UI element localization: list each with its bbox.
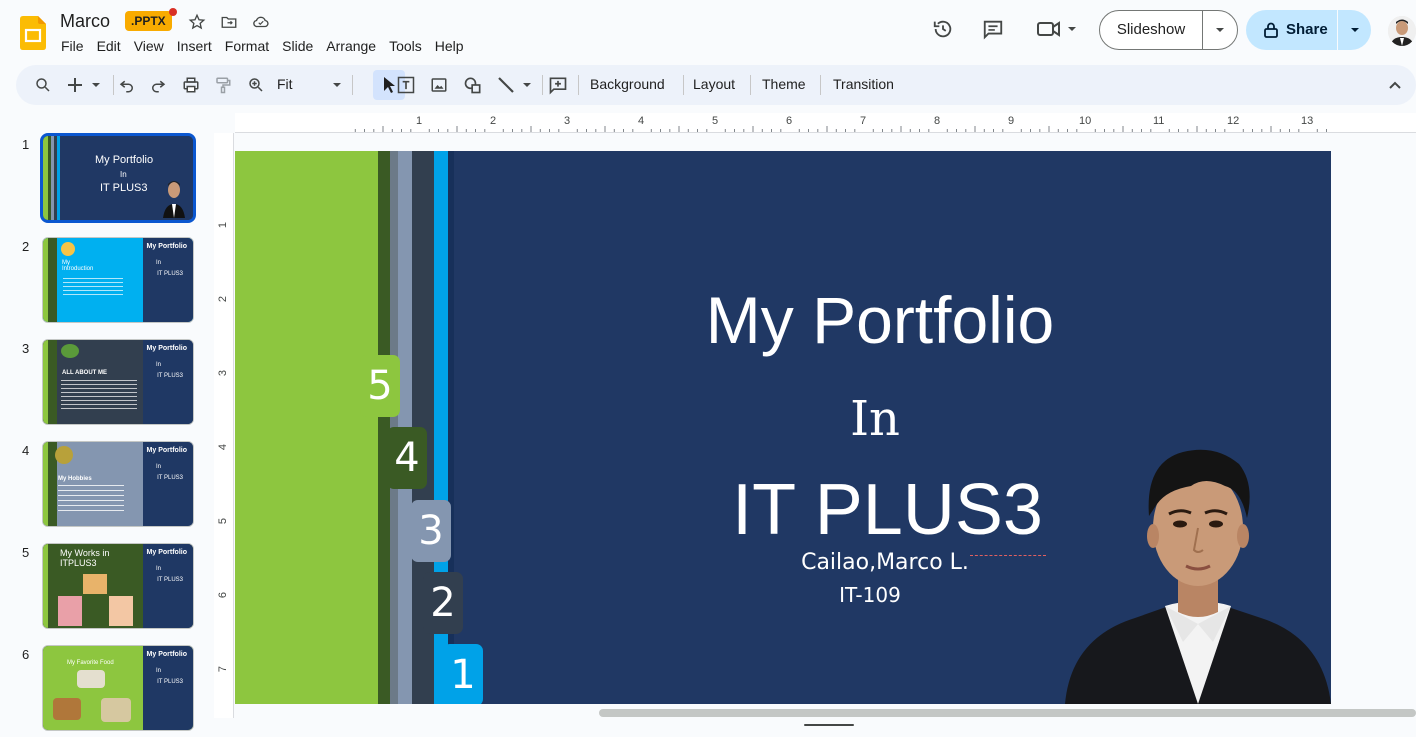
layout-button[interactable]: Layout bbox=[693, 76, 735, 92]
cloud-saved-icon[interactable] bbox=[250, 11, 272, 33]
slide-canvas[interactable]: 5 4 3 2 1 My Portfolio In IT PLUS3 Caila… bbox=[235, 151, 1331, 704]
toolbar-divider bbox=[750, 75, 751, 95]
theme-button[interactable]: Theme bbox=[762, 76, 806, 92]
account-avatar[interactable] bbox=[1388, 16, 1416, 46]
horizontal-ruler: 1 2 3 4 5 6 7 8 9 10 11 12 13 bbox=[235, 113, 1416, 133]
slide-subtitle-in[interactable]: In bbox=[835, 391, 915, 447]
green-side-panel bbox=[235, 151, 378, 704]
share-dropdown-icon[interactable] bbox=[1338, 26, 1371, 34]
zoom-icon[interactable] bbox=[245, 74, 267, 96]
slide-number: 5 bbox=[22, 545, 30, 560]
slide-number: 1 bbox=[22, 137, 30, 152]
version-history-icon[interactable] bbox=[932, 18, 954, 40]
slide-number: 4 bbox=[22, 443, 30, 458]
badge-notification-dot bbox=[169, 8, 177, 16]
document-title[interactable]: Marco bbox=[60, 11, 110, 32]
slide-thumbnail-5[interactable]: My Portfolio In IT PLUS3 My Works in ITP… bbox=[42, 543, 194, 629]
menu-tools[interactable]: Tools bbox=[389, 38, 422, 54]
slide-thumbnail-3[interactable]: My Portfolio In IT PLUS3 ALL ABOUT ME bbox=[42, 339, 194, 425]
slide-course-title[interactable]: IT PLUS3 bbox=[715, 469, 1060, 551]
share-button[interactable]: Share bbox=[1246, 10, 1371, 50]
slide-number: 3 bbox=[22, 341, 30, 356]
tab-2[interactable]: 2 bbox=[423, 572, 463, 634]
speaker-notes-handle[interactable] bbox=[804, 724, 854, 726]
zoom-dropdown-icon[interactable] bbox=[330, 74, 344, 96]
menu-edit[interactable]: Edit bbox=[97, 38, 121, 54]
slide-number: 6 bbox=[22, 647, 30, 662]
vertical-ruler: 1 2 3 4 5 6 7 bbox=[214, 133, 234, 718]
tab-1[interactable]: 1 bbox=[443, 644, 483, 704]
slides-logo-icon[interactable] bbox=[20, 16, 46, 50]
slide-thumbnail-4[interactable]: My Portfolio In IT PLUS3 My Hobbies bbox=[42, 441, 194, 527]
background-button[interactable]: Background bbox=[590, 76, 665, 92]
share-label: Share bbox=[1286, 21, 1328, 38]
redo-icon[interactable] bbox=[148, 74, 168, 96]
undo-icon[interactable] bbox=[117, 74, 137, 96]
shape-icon[interactable] bbox=[462, 74, 484, 96]
slide-number: 2 bbox=[22, 239, 30, 254]
menu-file[interactable]: File bbox=[61, 38, 84, 54]
slide-section[interactable]: IT-109 bbox=[825, 583, 915, 607]
zoom-select[interactable]: Fit bbox=[277, 76, 293, 92]
slide-thumbnail-6[interactable]: My Portfolio In IT PLUS3 My Favorite Foo… bbox=[42, 645, 194, 731]
line-tool-icon[interactable] bbox=[495, 74, 535, 96]
horizontal-scrollbar[interactable] bbox=[599, 709, 1416, 717]
paint-format-icon[interactable] bbox=[212, 74, 234, 96]
slide-title[interactable]: My Portfolio bbox=[690, 282, 1070, 358]
portrait-photo[interactable] bbox=[1065, 446, 1331, 704]
lock-icon bbox=[1264, 22, 1278, 38]
add-comment-icon[interactable] bbox=[547, 74, 569, 96]
text-box-icon[interactable] bbox=[395, 74, 417, 96]
tab-5[interactable]: 5 bbox=[360, 355, 400, 417]
meet-video-icon[interactable] bbox=[1036, 18, 1080, 40]
menu-help[interactable]: Help bbox=[435, 38, 464, 54]
comments-icon[interactable] bbox=[982, 18, 1004, 40]
slide-author-name[interactable]: Cailao,Marco L. bbox=[795, 550, 975, 575]
slide-thumbnail-1[interactable]: My Portfolio In IT PLUS3 bbox=[40, 133, 196, 223]
new-slide-icon[interactable] bbox=[65, 74, 105, 96]
slide-thumbnail-2[interactable]: My Portfolio In IT PLUS3 My Introduction bbox=[42, 237, 194, 323]
menu-format[interactable]: Format bbox=[225, 38, 269, 54]
tab-4[interactable]: 4 bbox=[387, 427, 427, 489]
star-icon[interactable] bbox=[186, 11, 208, 33]
move-folder-icon[interactable] bbox=[218, 11, 240, 33]
menu-bar: File Edit View Insert Format Slide Arran… bbox=[61, 38, 477, 54]
toolbar-divider bbox=[352, 75, 353, 95]
toolbar-divider bbox=[113, 75, 114, 95]
menu-insert[interactable]: Insert bbox=[177, 38, 212, 54]
toolbar-divider bbox=[542, 75, 543, 95]
toolbar-divider bbox=[578, 75, 579, 95]
toolbar-divider bbox=[683, 75, 684, 95]
slideshow-dropdown-icon[interactable] bbox=[1203, 26, 1237, 34]
file-type-badge: .PPTX bbox=[125, 11, 172, 31]
spellcheck-underline bbox=[970, 553, 1046, 556]
menu-slide[interactable]: Slide bbox=[282, 38, 313, 54]
menu-arrange[interactable]: Arrange bbox=[326, 38, 376, 54]
toolbar-divider bbox=[820, 75, 821, 95]
slideshow-button[interactable]: Slideshow bbox=[1099, 10, 1238, 50]
dark-green-strip bbox=[378, 151, 390, 704]
search-menus-icon[interactable] bbox=[32, 74, 54, 96]
collapse-toolbar-icon[interactable] bbox=[1384, 74, 1406, 96]
menu-view[interactable]: View bbox=[134, 38, 164, 54]
slideshow-label[interactable]: Slideshow bbox=[1100, 11, 1203, 49]
tab-3[interactable]: 3 bbox=[411, 500, 451, 562]
print-icon[interactable] bbox=[180, 74, 202, 96]
toolbar: Fit Background Layout Theme Transition bbox=[16, 65, 1416, 105]
transition-button[interactable]: Transition bbox=[833, 76, 894, 92]
insert-image-icon[interactable] bbox=[428, 74, 450, 96]
